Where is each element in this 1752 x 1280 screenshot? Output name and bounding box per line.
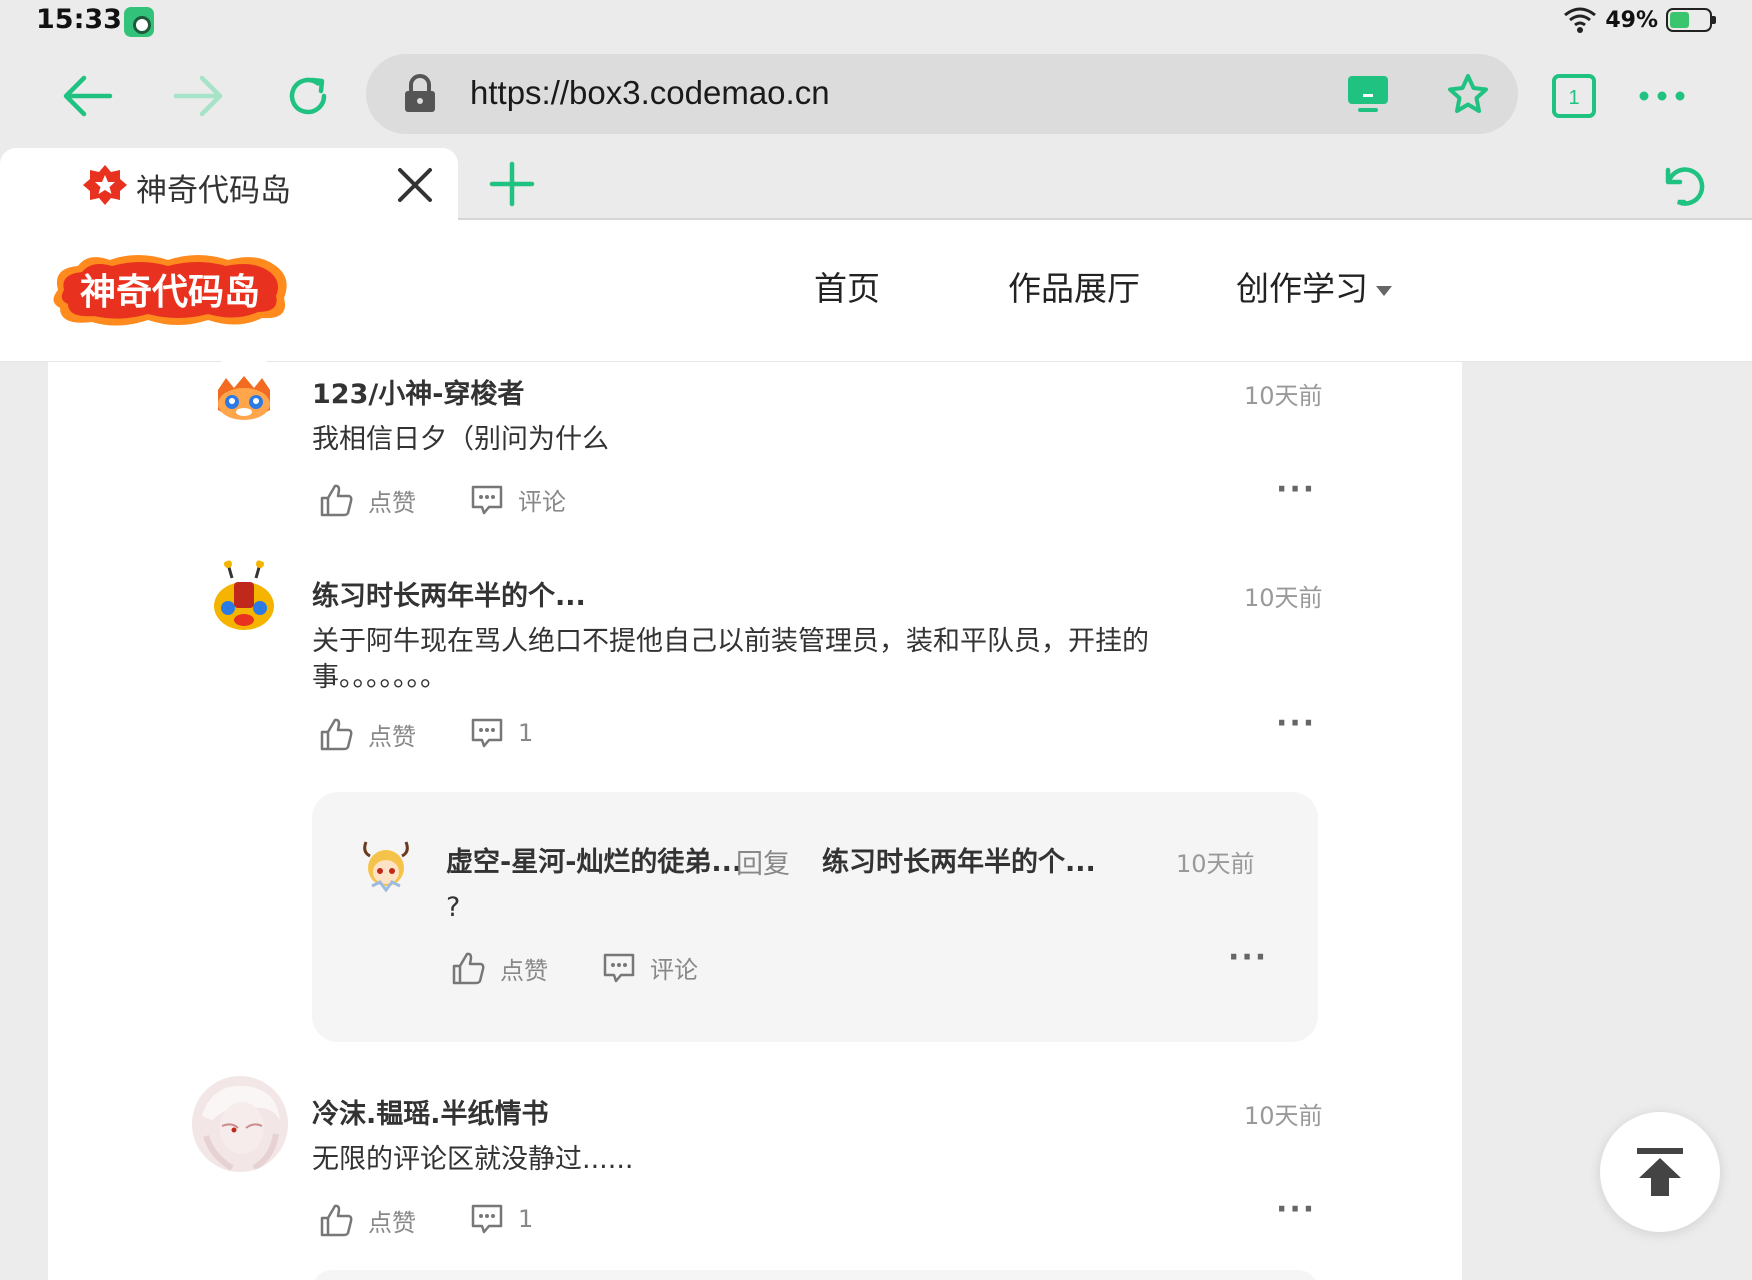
comment-bubble-icon [603, 953, 635, 982]
arrow-up-to-top-icon [1637, 1148, 1683, 1196]
monitor-icon [1348, 76, 1388, 112]
comment-username[interactable]: 练习时长两年半的个... [312, 574, 586, 613]
like-label: 点赞 [368, 722, 416, 751]
nav-home[interactable]: 首页 [814, 262, 880, 310]
reload-button[interactable] [276, 64, 340, 128]
reply-thread: 虚空-星河-灿烂的徒弟... 回复 练习时长两年半的个... 10天前 ? 点赞… [312, 792, 1318, 1042]
like-label: 点赞 [368, 488, 416, 517]
site-header: 神奇代码岛 首页 作品展厅 创作学习 [0, 220, 1752, 362]
tab-count-icon: 1 [1552, 74, 1596, 118]
comment-time: 10天前 [1244, 584, 1323, 612]
nav-gallery[interactable]: 作品展厅 [1008, 262, 1140, 310]
avatar[interactable] [196, 356, 292, 452]
like-button[interactable]: 点赞 [318, 482, 416, 518]
comment-count: 1 [518, 1205, 534, 1233]
battery-percent: 49% [1605, 7, 1658, 33]
reply-text: ? [446, 892, 461, 923]
reply-username[interactable]: 虚空-星河-灿烂的徒弟... [446, 840, 742, 879]
comment-text: 无限的评论区就没静过...... [312, 1144, 634, 1175]
thumbs-up-icon [320, 1204, 353, 1237]
caret-down-icon [1376, 285, 1392, 296]
status-time: 15:33 [36, 4, 122, 35]
comment-username[interactable]: 冷沫.韫瑶.半纸情书 [312, 1092, 549, 1131]
wifi-icon [1564, 7, 1597, 33]
comment-button[interactable]: 1 [470, 716, 533, 750]
lock-icon [402, 74, 438, 118]
comment-text: 我相信日夕（别问为什么 [312, 424, 609, 455]
back-button[interactable] [56, 64, 120, 128]
close-icon[interactable] [390, 160, 440, 210]
desktop-mode-button[interactable] [1344, 70, 1392, 118]
nav-learn-label: 创作学习 [1236, 269, 1368, 308]
menu-button[interactable] [1630, 64, 1694, 128]
scroll-to-top-button[interactable] [1600, 1112, 1720, 1232]
reply-to-username[interactable]: 练习时长两年半的个... [822, 840, 1096, 879]
reply-comment-button[interactable]: 评论 [602, 950, 698, 985]
comment-count: 评论 [518, 488, 566, 516]
reply-like-button[interactable]: 点赞 [450, 950, 548, 986]
reload-icon [289, 77, 327, 115]
comment-username[interactable]: 123/小神-穿梭者 [312, 372, 524, 411]
reply-time: 10天前 [1176, 850, 1255, 878]
thumbs-up-icon [320, 718, 353, 751]
comment-count: 1 [518, 719, 534, 747]
comment-bubble-icon [471, 718, 503, 748]
like-button[interactable]: 点赞 [318, 716, 416, 752]
more-dots-icon [1639, 91, 1685, 101]
url-text[interactable]: https://box3.codemao.cn [470, 74, 830, 112]
tab-switcher-button[interactable]: 1 [1542, 64, 1606, 128]
tab-strip: 神奇代码岛 [0, 148, 1752, 222]
star-icon [1448, 74, 1488, 113]
more-options-button[interactable]: ··· [1276, 1192, 1316, 1227]
comment-list: 123/小神-穿梭者 10天前 我相信日夕（别问为什么 点赞 评论 ··· 练习… [48, 356, 1462, 1280]
site-logo[interactable]: 神奇代码岛 [48, 250, 290, 330]
avatar[interactable] [196, 558, 292, 654]
battery-icon [1666, 8, 1716, 32]
site-logo-text: 神奇代码岛 [80, 272, 260, 313]
like-label: 点赞 [368, 1208, 416, 1237]
status-right: 49% [1563, 6, 1716, 34]
reply-avatar[interactable] [358, 838, 414, 894]
comment-button[interactable]: 评论 [470, 482, 566, 517]
like-button[interactable]: 点赞 [318, 1202, 416, 1238]
status-bar: 15:33 49% [0, 0, 1752, 44]
thumbs-up-icon [452, 952, 485, 985]
browser-toolbar: https://box3.codemao.cn 1 [0, 44, 1752, 148]
tab-count: 1 [1568, 87, 1579, 109]
comment-label: 评论 [650, 956, 698, 984]
more-options-button[interactable]: ··· [1228, 940, 1268, 975]
undo-icon[interactable] [1656, 156, 1712, 212]
next-reply-thread-edge [312, 1270, 1318, 1280]
more-options-button[interactable]: ··· [1276, 472, 1316, 507]
reply-label: 回复 [736, 849, 790, 880]
nav-learn[interactable]: 创作学习 [1236, 262, 1392, 310]
comment-time: 10天前 [1244, 382, 1323, 410]
site-favicon-icon [83, 165, 127, 205]
more-options-button[interactable]: ··· [1276, 706, 1316, 741]
comment-time: 10天前 [1244, 1102, 1323, 1130]
avatar[interactable] [192, 1076, 288, 1172]
comment-bubble-icon [471, 485, 503, 514]
camera-app-icon [124, 7, 154, 37]
thumbs-up-icon [320, 484, 353, 517]
comment-button[interactable]: 1 [470, 1202, 533, 1236]
like-label: 点赞 [500, 956, 548, 985]
forward-button[interactable] [166, 64, 230, 128]
address-bar[interactable]: https://box3.codemao.cn [366, 54, 1518, 134]
comment-bubble-icon [471, 1204, 503, 1234]
arrow-right-icon [173, 75, 223, 117]
comment-text: 关于阿牛现在骂人绝口不提他自己以前装管理员，装和平队员，开挂的事。。。。。。。 [312, 626, 1149, 693]
tab-title: 神奇代码岛 [136, 173, 291, 209]
bookmark-button[interactable] [1444, 70, 1492, 118]
tab-item[interactable]: 神奇代码岛 [0, 148, 458, 222]
new-tab-plus-icon[interactable] [484, 156, 540, 212]
arrow-left-icon [63, 75, 113, 117]
